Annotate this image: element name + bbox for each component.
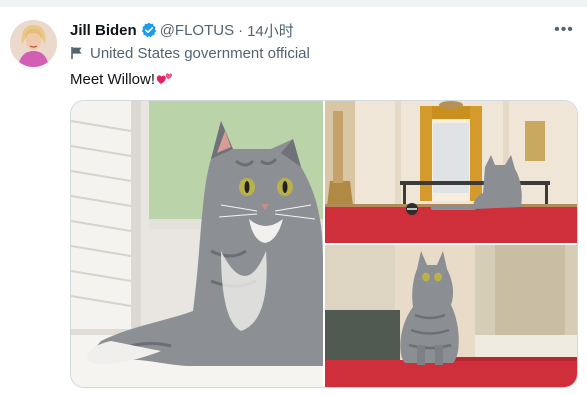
photo-cat-red-carpet[interactable]	[325, 245, 577, 387]
verified-badge-icon	[141, 22, 156, 38]
media-grid	[70, 100, 578, 388]
author-avatar[interactable]	[10, 20, 57, 67]
photo-cat-window[interactable]	[71, 101, 323, 387]
government-label-text: United States government official	[90, 44, 310, 62]
top-divider	[0, 0, 587, 7]
tweet-text: Meet Willow!	[70, 69, 174, 89]
more-options-icon[interactable]: •••	[552, 20, 576, 40]
two-hearts-emoji	[156, 73, 173, 84]
tweet-timestamp[interactable]: 14小时	[247, 20, 294, 41]
photo-cat-hall-ball[interactable]	[325, 101, 577, 243]
flag-icon	[71, 47, 82, 59]
tweet-header: Jill Biden @FLOTUS · 14小时	[70, 20, 294, 40]
tweet-text-content: Meet Willow!	[70, 70, 156, 88]
government-label: United States government official	[70, 44, 310, 62]
header-separator: ·	[238, 21, 244, 39]
author-handle[interactable]: @FLOTUS	[160, 22, 234, 39]
author-name[interactable]: Jill Biden	[70, 22, 137, 39]
